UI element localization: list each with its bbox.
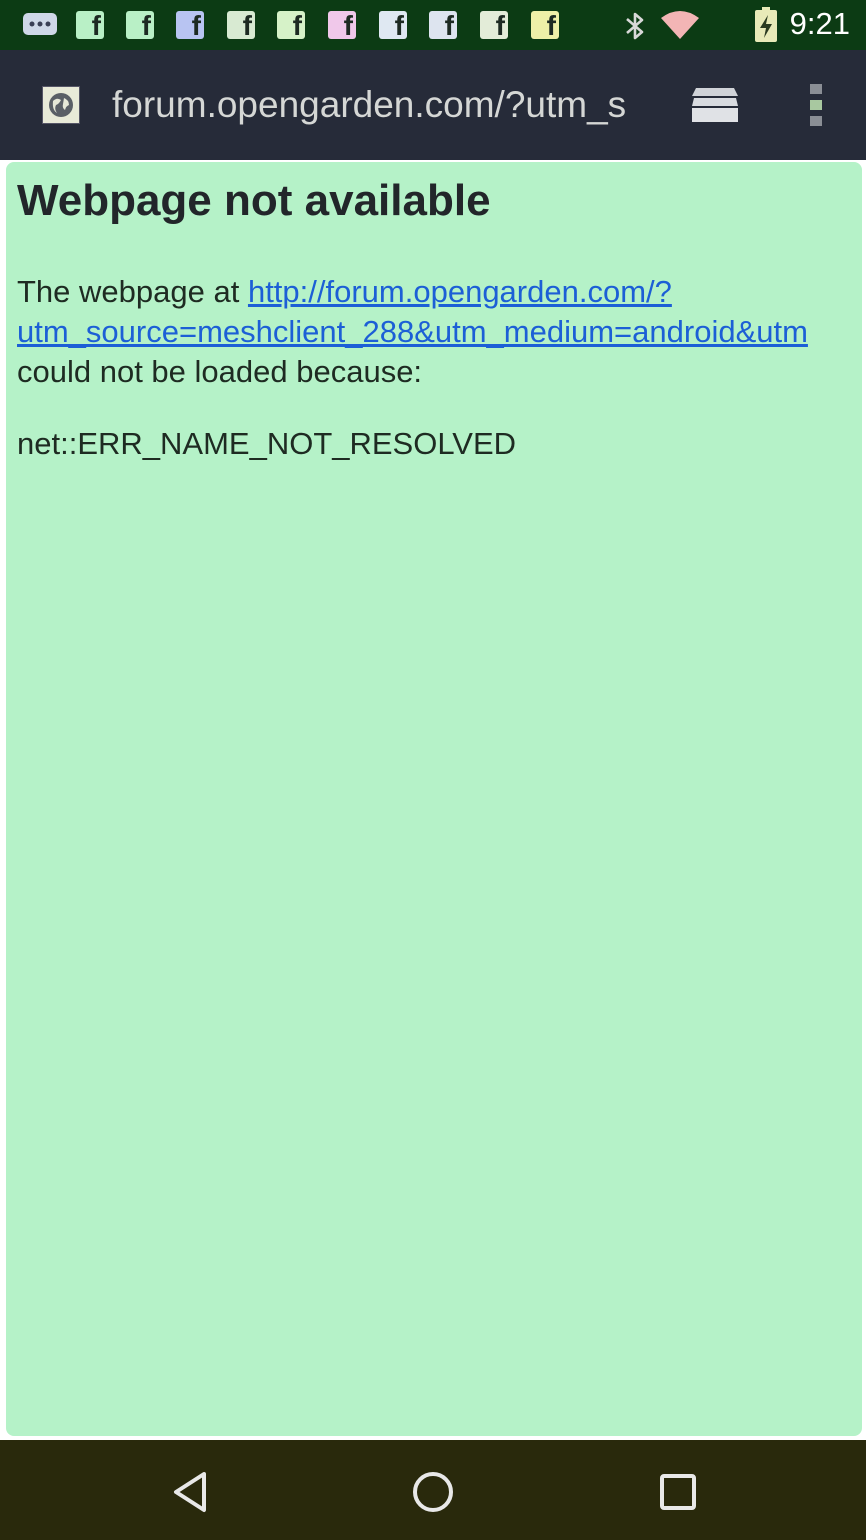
globe-icon: [42, 86, 80, 124]
failed-url-link-continued[interactable]: utm_source=meshclient_288&utm_medium=and…: [17, 314, 808, 349]
error-message: The webpage at http://forum.opengarden.c…: [17, 272, 862, 392]
facebook-icon: f: [531, 11, 559, 39]
error-code: net::ERR_NAME_NOT_RESOLVED: [17, 426, 517, 461]
recents-icon[interactable]: [656, 1470, 700, 1514]
address-bar-url[interactable]: forum.opengarden.com/?utm_s: [112, 84, 652, 126]
home-icon[interactable]: [411, 1470, 455, 1514]
chat-bubble-icon: [23, 13, 57, 35]
navigation-bar: [0, 1440, 866, 1540]
facebook-icon: f: [76, 11, 104, 39]
globe-glyph: [49, 93, 73, 117]
facebook-icon: f: [126, 11, 154, 39]
facebook-icon: f: [480, 11, 508, 39]
back-icon[interactable]: [168, 1470, 212, 1514]
status-bar: f f f f f f f f f f 9:21: [0, 0, 866, 50]
facebook-icon: f: [379, 11, 407, 39]
facebook-icon: f: [277, 11, 305, 39]
facebook-icon: f: [328, 11, 356, 39]
bluetooth-icon: [626, 12, 644, 40]
wifi-icon: [661, 11, 699, 39]
error-prefix: The webpage at: [17, 274, 248, 309]
error-page: Webpage not available The webpage at htt…: [6, 162, 862, 1436]
clock: 9:21: [789, 6, 850, 41]
facebook-icon: f: [429, 11, 457, 39]
failed-url-link[interactable]: http://forum.opengarden.com/?: [248, 274, 672, 309]
facebook-icon: f: [227, 11, 255, 39]
overflow-menu-icon[interactable]: [808, 82, 824, 128]
battery-charging-icon: [755, 7, 777, 42]
page-title: Webpage not available: [17, 176, 491, 225]
facebook-icon: f: [176, 11, 204, 39]
error-suffix: could not be loaded because:: [17, 354, 423, 389]
tabs-icon[interactable]: [690, 86, 740, 124]
